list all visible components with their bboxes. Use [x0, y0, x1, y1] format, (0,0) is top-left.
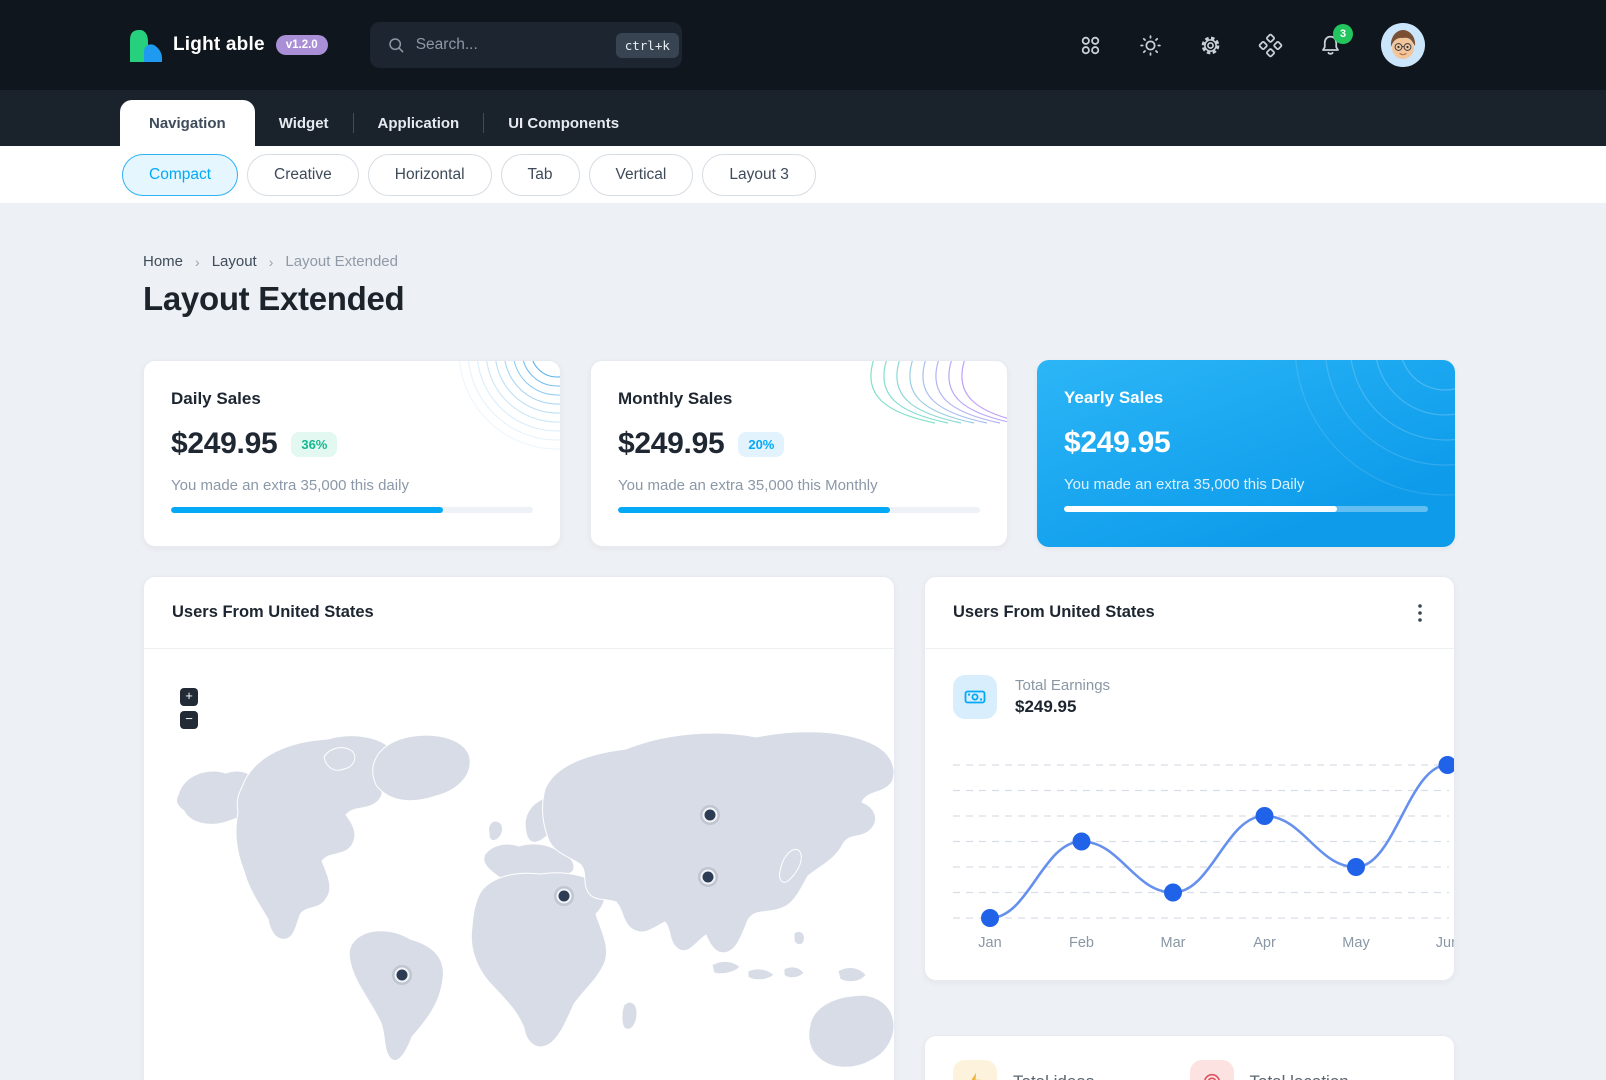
- card-caption: You made an extra 35,000 this Daily: [1064, 476, 1428, 493]
- breadcrumb-layout[interactable]: Layout: [208, 253, 261, 270]
- bell-icon[interactable]: 3: [1317, 32, 1343, 58]
- svg-text:Jun: Jun: [1436, 935, 1455, 951]
- daily-sales-card: Daily Sales $249.95 36% You made an extr…: [143, 360, 561, 547]
- breadcrumb-current: Layout Extended: [281, 253, 402, 270]
- card-title: Users From United States: [172, 603, 374, 622]
- svg-text:Mar: Mar: [1161, 935, 1186, 951]
- app-logo-icon: [128, 28, 162, 62]
- breadcrumb: Home › Layout › Layout Extended: [139, 253, 1455, 270]
- tab-widget[interactable]: Widget: [255, 100, 353, 146]
- map-marker: [554, 886, 574, 906]
- tab-navigation[interactable]: Navigation: [120, 100, 255, 146]
- card-title: Yearly Sales: [1064, 388, 1428, 408]
- users-map-card: Users From United States + −: [143, 576, 895, 1080]
- map-north-america: [236, 736, 391, 940]
- card-value: $249.95: [618, 427, 724, 461]
- totals-card: Total ideas Total location: [924, 1035, 1455, 1080]
- map-zoom-out-button[interactable]: −: [180, 711, 198, 729]
- total-label: Total location: [1250, 1072, 1349, 1080]
- progress-fill: [171, 507, 443, 513]
- chevron-right-icon: ›: [261, 254, 282, 270]
- kebab-menu-icon[interactable]: [1414, 600, 1426, 626]
- card-title: Daily Sales: [171, 389, 533, 409]
- map-greenland: [373, 735, 470, 800]
- map-marker: [700, 805, 720, 825]
- pill-horizontal[interactable]: Horizontal: [368, 154, 492, 196]
- percent-badge: 36%: [291, 432, 337, 457]
- chevron-right-icon: ›: [187, 254, 208, 270]
- pill-tab[interactable]: Tab: [501, 154, 580, 196]
- progress-bar: [1064, 506, 1428, 512]
- progress-bar: [171, 507, 533, 513]
- pill-compact[interactable]: Compact: [122, 154, 238, 196]
- map-south-america: [349, 931, 443, 1061]
- progress-bar: [618, 507, 980, 513]
- widgets-diamond-icon[interactable]: [1257, 32, 1283, 58]
- pill-layout3[interactable]: Layout 3: [702, 154, 815, 196]
- metric-label: Total Earnings: [1015, 677, 1110, 694]
- tab-application[interactable]: Application: [354, 100, 484, 146]
- cash-icon: [953, 675, 997, 719]
- breadcrumb-home[interactable]: Home: [139, 253, 187, 270]
- card-caption: You made an extra 35,000 this daily: [171, 477, 533, 494]
- svg-text:Apr: Apr: [1253, 935, 1276, 951]
- total-label: Total ideas: [1013, 1072, 1094, 1080]
- notification-badge: 3: [1333, 24, 1353, 44]
- map-australia: [809, 995, 894, 1067]
- svg-text:May: May: [1342, 935, 1370, 951]
- earnings-card: Users From United States: [924, 576, 1455, 981]
- percent-badge: 20%: [738, 432, 784, 457]
- earnings-chart: Jan Feb Mar Apr May Jun: [925, 725, 1455, 965]
- card-value: $249.95: [171, 427, 277, 461]
- pill-vertical[interactable]: Vertical: [589, 154, 694, 196]
- total-ideas-item: Total ideas: [953, 1060, 1190, 1080]
- avatar[interactable]: [1381, 23, 1425, 67]
- search-shortcut: ctrl+k: [616, 33, 679, 58]
- map-uk: [489, 821, 503, 840]
- map-marker: [698, 867, 718, 887]
- search-box[interactable]: ctrl+k: [370, 22, 682, 68]
- brand-name: Light able: [173, 34, 265, 56]
- card-title: Users From United States: [953, 603, 1155, 622]
- map-africa: [471, 873, 606, 1047]
- brand: Light able v1.2.0: [128, 28, 328, 62]
- total-location-item: Total location: [1190, 1060, 1427, 1080]
- svg-text:Feb: Feb: [1069, 935, 1094, 951]
- target-rings-icon: [1190, 1060, 1234, 1080]
- search-input[interactable]: [416, 36, 616, 54]
- pill-creative[interactable]: Creative: [247, 154, 359, 196]
- progress-fill: [1064, 506, 1337, 512]
- header-actions: 3: [1077, 23, 1425, 67]
- card-title: Monthly Sales: [618, 389, 980, 409]
- metric-value: $249.95: [1015, 697, 1110, 717]
- map-marker: [392, 965, 412, 985]
- card-value: $249.95: [1064, 426, 1170, 460]
- stat-cards-row: Daily Sales $249.95 36% You made an extr…: [143, 360, 1455, 547]
- svg-text:Jan: Jan: [978, 935, 1001, 951]
- search-icon: [386, 35, 406, 55]
- version-badge: v1.2.0: [276, 35, 328, 55]
- top-header: Light able v1.2.0 ctrl+k: [0, 0, 1606, 90]
- main-nav: Navigation Widget Application UI Compone…: [0, 90, 1606, 146]
- apps-grid-icon[interactable]: [1077, 32, 1103, 58]
- map-zoom-in-button[interactable]: +: [180, 688, 198, 706]
- map-new-guinea: [838, 968, 866, 982]
- sub-nav: Compact Creative Horizontal Tab Vertical…: [0, 146, 1606, 203]
- brightness-icon[interactable]: [1137, 32, 1163, 58]
- world-map-svg: [144, 693, 895, 1080]
- settings-gear-icon[interactable]: [1197, 32, 1223, 58]
- world-map[interactable]: + −: [144, 649, 894, 1080]
- yearly-sales-card: Yearly Sales $249.95 You made an extra 3…: [1037, 360, 1455, 547]
- content: Home › Layout › Layout Extended Layout E…: [0, 203, 1606, 1080]
- card-caption: You made an extra 35,000 this Monthly: [618, 477, 980, 494]
- tab-ui-components[interactable]: UI Components: [484, 100, 643, 146]
- monthly-sales-card: Monthly Sales $249.95 20% You made an ex…: [590, 360, 1008, 547]
- progress-fill: [618, 507, 890, 513]
- page-title: Layout Extended: [143, 280, 1455, 318]
- map-madagascar: [622, 1002, 637, 1029]
- lightning-bolt-icon: [953, 1060, 997, 1080]
